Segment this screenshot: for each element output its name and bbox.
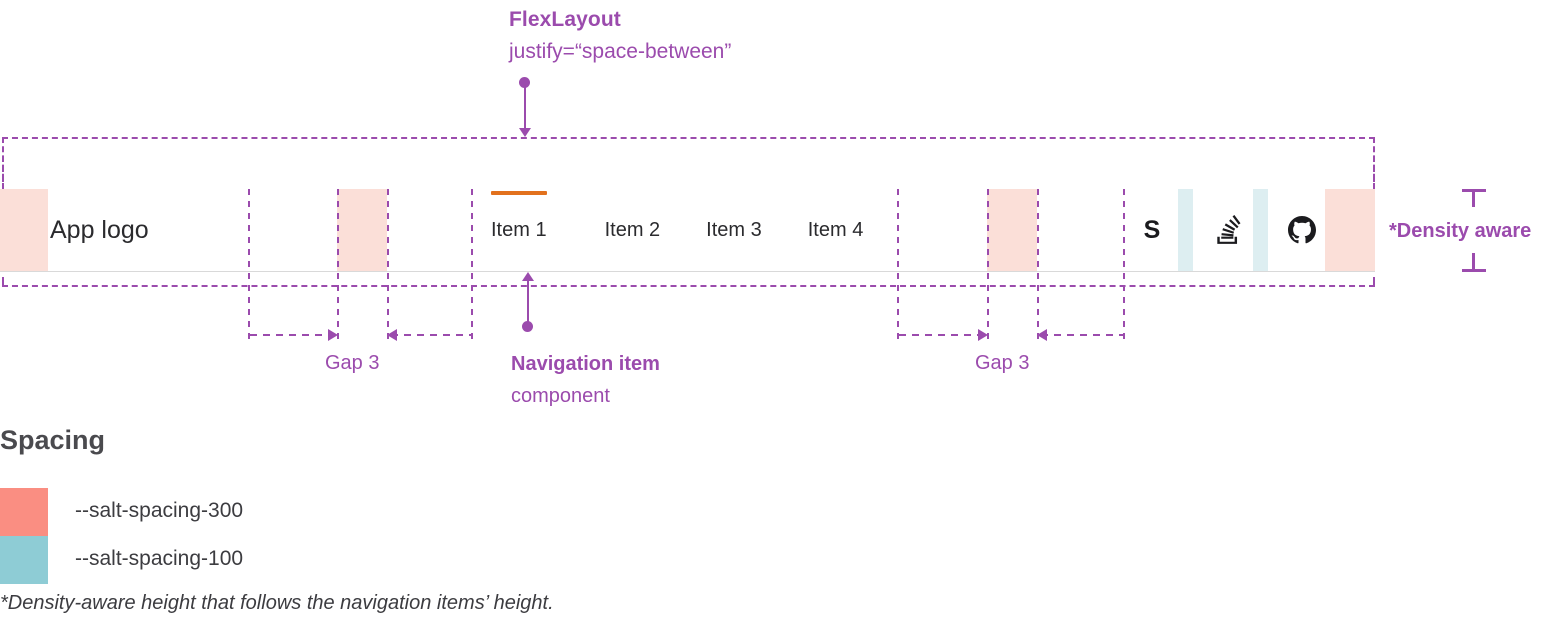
nav-item-3[interactable]: Item 3 <box>694 189 774 271</box>
nav-item-annotation-line1: Navigation item <box>511 353 660 375</box>
gap-right-dim-line-in <box>899 334 985 336</box>
nav-item-annotation-line2: component <box>511 385 610 407</box>
github-icon <box>1288 216 1316 244</box>
spacing-300-block-before-icons <box>987 189 1037 271</box>
gap-left-dim-line-in <box>250 334 335 336</box>
density-bottom-tick <box>1462 269 1486 272</box>
spacing-100-block-1 <box>1178 189 1193 271</box>
stackoverflow-icon <box>1213 215 1241 245</box>
navigation-items-group: Item 1 Item 2 Item 3 Item 4 <box>479 189 875 271</box>
flexlayout-container-outline-bottom <box>2 281 1375 287</box>
github-button[interactable] <box>1277 189 1327 271</box>
guide-line-left-4 <box>471 189 473 344</box>
legend-swatch-spacing-100 <box>0 536 48 584</box>
flexlayout-annotation-line1: FlexLayout <box>509 8 621 31</box>
legend-label-spacing-100: --salt-spacing-100 <box>75 547 244 570</box>
guide-line-right-4 <box>1123 189 1125 344</box>
gap-left-label: Gap 3 <box>325 352 380 374</box>
gap-left-dim-line-out <box>391 334 471 336</box>
spacing-300-block-leading <box>0 189 48 271</box>
footnote: *Density-aware height that follows the n… <box>0 592 554 614</box>
stackoverflow-button[interactable] <box>1202 189 1252 271</box>
guide-line-left-3 <box>387 189 389 344</box>
nav-item-leader-arrow-icon <box>522 272 534 281</box>
guide-line-left-2 <box>337 189 339 344</box>
gap-right-dim-line-out <box>1041 334 1123 336</box>
gap-right-label: Gap 3 <box>975 352 1030 374</box>
navigation-bar: App logo Item 1 Item 2 Item 3 Item 4 S <box>0 189 1375 272</box>
legend-label-spacing-300: --salt-spacing-300 <box>75 499 244 522</box>
legend-swatch-spacing-300 <box>0 488 48 536</box>
nav-item-1[interactable]: Item 1 <box>479 189 559 271</box>
spacing-300-block-trailing <box>1325 189 1375 271</box>
spacing-100-block-2 <box>1253 189 1268 271</box>
nav-item-2[interactable]: Item 2 <box>593 189 673 271</box>
guide-line-right-2 <box>987 189 989 344</box>
gap-right-arrow-left-icon <box>1037 329 1047 341</box>
guide-line-right-1 <box>897 189 899 344</box>
guide-line-right-3 <box>1037 189 1039 344</box>
nav-item-2-label: Item 2 <box>604 218 661 241</box>
active-indicator <box>491 191 547 195</box>
guide-line-left-1 <box>248 189 250 344</box>
nav-item-3-label: Item 3 <box>706 218 762 241</box>
nav-item-4[interactable]: Item 4 <box>796 189 876 271</box>
nav-item-1-label: Item 1 <box>491 218 547 241</box>
nav-item-leader-line <box>527 281 529 323</box>
salt-logo-button[interactable]: S <box>1127 189 1177 271</box>
salt-logo-icon: S <box>1139 215 1165 245</box>
flexlayout-container-outline <box>2 137 1375 189</box>
flexlayout-annotation-line2: justify=“space-between” <box>509 40 732 63</box>
flexlayout-annotation: FlexLayout justify=“space-between” <box>509 4 929 68</box>
gap-left-arrow-right-icon <box>328 329 338 341</box>
nav-item-component-annotation: Navigation item component <box>511 348 781 412</box>
density-top-stem <box>1472 189 1475 207</box>
spacing-300-block-after-logo <box>337 189 387 271</box>
legend-title: Spacing <box>0 425 106 455</box>
svg-text:S: S <box>1144 216 1161 244</box>
density-aware-label: *Density aware <box>1389 220 1532 242</box>
nav-item-leader-dot <box>522 321 533 332</box>
gap-left-arrow-left-icon <box>387 329 397 341</box>
nav-item-4-label: Item 4 <box>807 218 864 241</box>
gap-right-arrow-right-icon <box>978 329 988 341</box>
app-logo[interactable]: App logo <box>48 189 149 271</box>
flexlayout-leader-line <box>524 83 526 129</box>
flexlayout-leader-arrow-icon <box>519 128 531 137</box>
